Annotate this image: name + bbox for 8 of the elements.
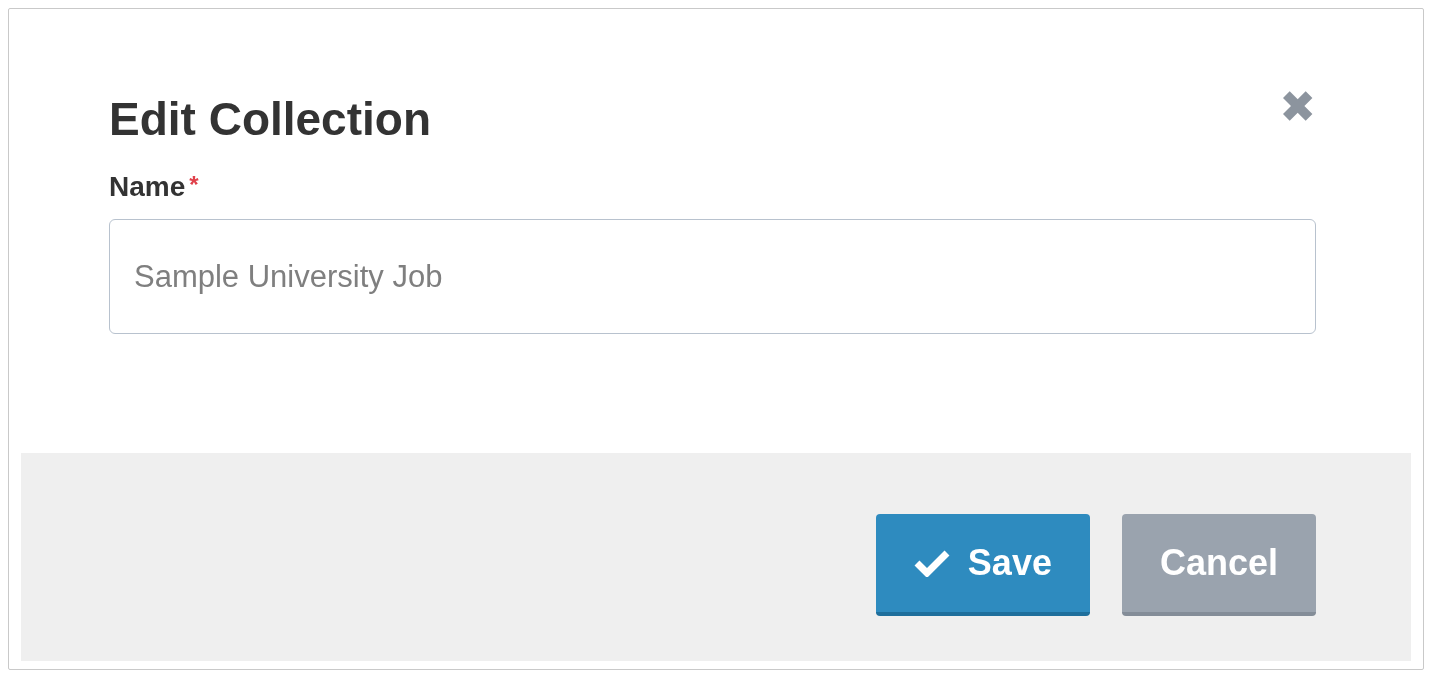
name-field[interactable]: Sample University Job xyxy=(109,219,1316,334)
check-icon xyxy=(913,549,950,577)
save-button[interactable]: Save xyxy=(875,514,1090,616)
close-button[interactable]: ✖ xyxy=(1279,83,1316,131)
field-label: Name xyxy=(109,171,186,203)
cancel-button[interactable]: Cancel xyxy=(1121,514,1316,616)
required-mark: * xyxy=(189,171,199,200)
dialog-title: Edit Collection xyxy=(109,92,431,147)
